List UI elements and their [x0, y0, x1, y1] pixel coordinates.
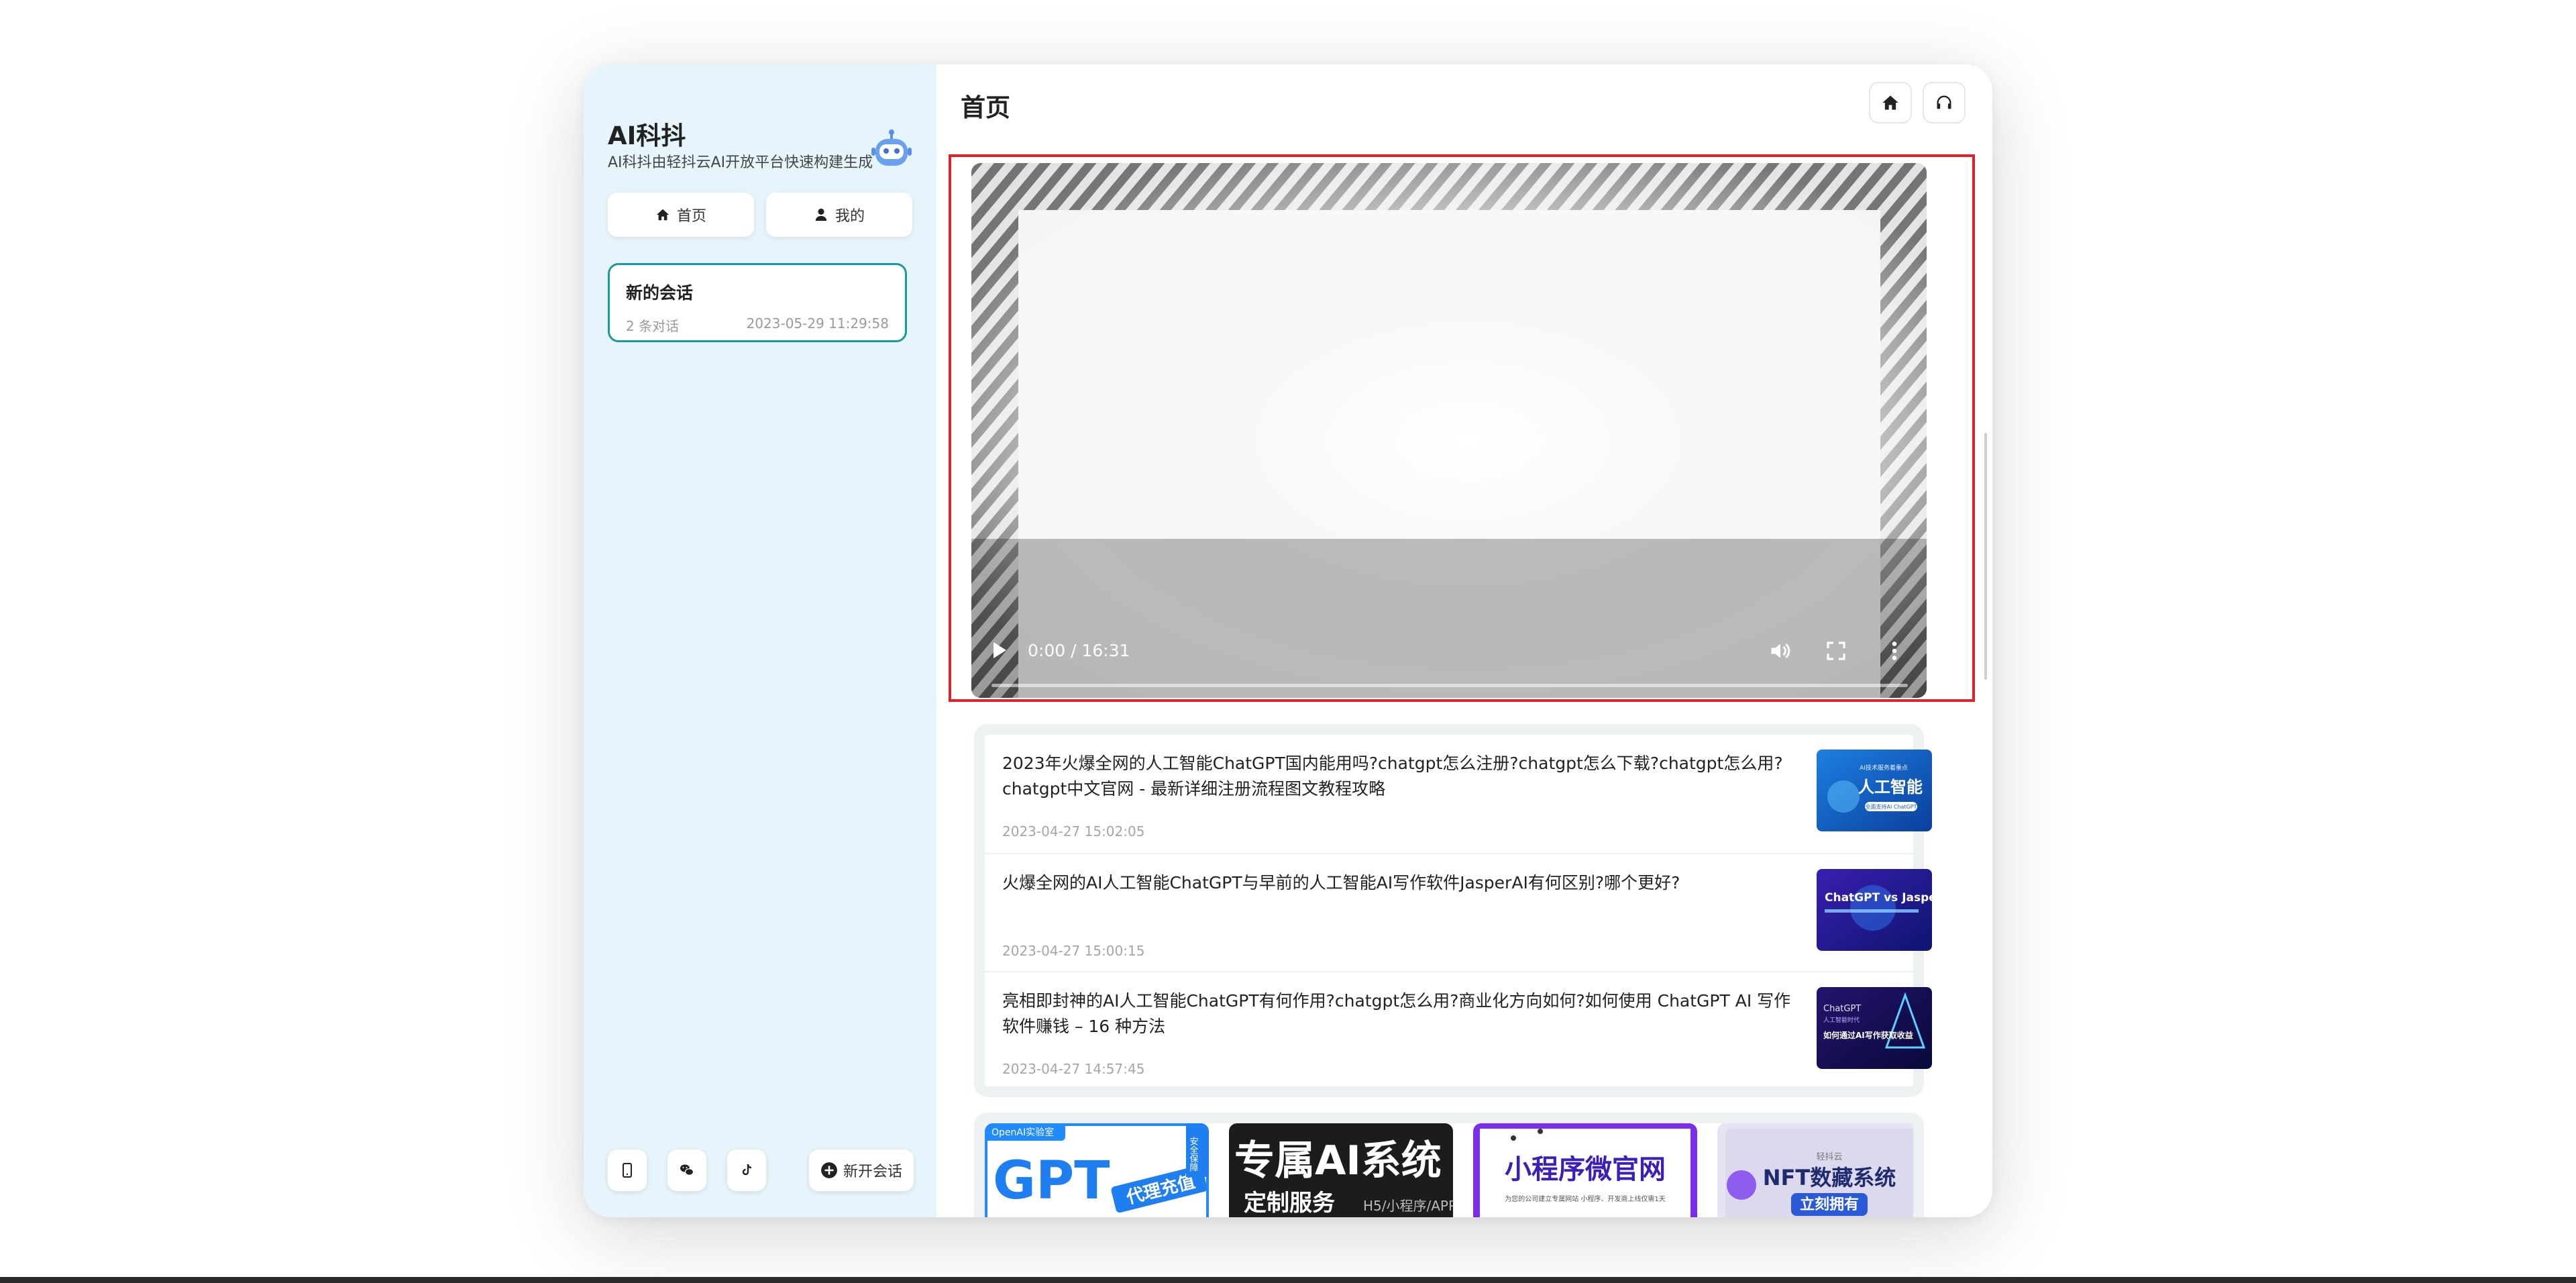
banner-gpt[interactable]: OpenAI实验室 GPT 代理充值 安全保障	[985, 1123, 1209, 1217]
banner-ai-system[interactable]: 专属AI系统 定制服务 H5/小程序/APP	[1229, 1123, 1453, 1217]
thumb-line: ChatGPT	[1823, 1004, 1861, 1014]
thumb-headline: 如何通过AI写作获取收益	[1823, 1030, 1913, 1040]
article-list: 2023年火爆全网的人工智能ChatGPT国内能用吗?chatgpt怎么注册?c…	[974, 724, 1932, 1097]
article-title: 亮相即封神的AI人工智能ChatGPT有何作用?chatgpt怎么用?商业化方向…	[1002, 991, 1791, 1036]
article-item[interactable]: 亮相即封神的AI人工智能ChatGPT有何作用?chatgpt怎么用?商业化方向…	[985, 971, 1932, 1090]
fullscreen-icon[interactable]	[1825, 640, 1847, 662]
banner-note: H5/小程序/APP	[1363, 1198, 1453, 1214]
mobile-button[interactable]	[608, 1149, 647, 1191]
plus-circle-icon	[821, 1162, 837, 1178]
thumb-headline: ChatGPT vs Jasper AI	[1825, 891, 1932, 905]
banner-mini-program[interactable]: 小程序微官网 为您的公司建立专属网站 小程序、开发商上线仅需1天	[1473, 1123, 1697, 1217]
home-icon	[1882, 95, 1898, 110]
banner-sub: 定制服务	[1244, 1190, 1335, 1217]
main-panel: 首页 0:00 / 16:31 2023年火爆全网的人工智能ChatGPT国内能…	[936, 64, 1992, 1217]
tiktok-icon	[742, 1164, 752, 1176]
home-icon	[656, 209, 669, 221]
article-date: 2023-04-27 14:57:45	[1002, 1061, 1145, 1077]
thumb-line: 人工智能时代	[1823, 1016, 1860, 1024]
scrollbar[interactable]	[1984, 433, 1987, 680]
thumb-headline: 人工智能	[1858, 778, 1923, 797]
banner-headline: 小程序微官网	[1505, 1154, 1666, 1185]
new-chat-label: 新开会话	[843, 1164, 902, 1180]
video-frame-artwork	[971, 163, 1927, 698]
nav-me-button[interactable]: 我的	[766, 193, 912, 237]
headset-icon	[1937, 95, 1951, 109]
page-title: 首页	[961, 93, 1010, 122]
more-icon[interactable]	[1882, 639, 1907, 663]
home-button[interactable]	[1869, 82, 1912, 123]
mobile-icon	[623, 1163, 632, 1178]
thumb-badge: 全面支持AI ChatGPT	[1866, 803, 1917, 810]
banner-sub: 为您的公司建立专属网站 小程序、开发商上线仅需1天	[1505, 1194, 1666, 1203]
app-window: AI科抖 AI科抖由轻抖云AI开放平台快速构建生成 首页 我的 新的会话 2 条…	[584, 64, 1992, 1217]
article-thumbnail: ChatGPT 人工智能时代 如何通过AI写作获取收益	[1817, 987, 1932, 1069]
volume-icon[interactable]	[1768, 639, 1792, 663]
conversation-title: 新的会话	[626, 283, 694, 303]
video-time: 0:00 / 16:31	[1028, 641, 1130, 660]
conversation-item[interactable]: 新的会话 2 条对话 2023-05-29 11:29:58	[608, 263, 907, 342]
article-item[interactable]: 2023年火爆全网的人工智能ChatGPT国内能用吗?chatgpt怎么注册?c…	[985, 735, 1932, 853]
wechat-button[interactable]	[667, 1149, 706, 1191]
thumb-line: AI技术服务着重点	[1860, 764, 1908, 772]
video-progress-track[interactable]	[991, 684, 1908, 687]
banner-side: 安全保障	[1188, 1137, 1199, 1172]
brand-subtitle: AI科抖由轻抖云AI开放平台快速构建生成	[608, 154, 873, 171]
article-thumbnail: ChatGPT vs Jasper AI	[1817, 869, 1932, 951]
article-thumbnail: AI技术服务着重点 人工智能 全面支持AI ChatGPT	[1817, 750, 1932, 831]
article-date: 2023-04-27 15:02:05	[1002, 823, 1145, 839]
article-item[interactable]: 火爆全网的AI人工智能ChatGPT与早前的人工智能AI写作软件JasperAI…	[985, 853, 1932, 972]
brand-title: AI科抖	[608, 121, 686, 150]
banner-tag: OpenAI实验室	[991, 1127, 1054, 1138]
new-chat-button[interactable]: 新开会话	[809, 1149, 914, 1191]
tiktok-button[interactable]	[727, 1149, 766, 1191]
video-player[interactable]: 0:00 / 16:31	[971, 163, 1927, 698]
banner-headline: 专属AI系统	[1234, 1137, 1442, 1184]
support-button[interactable]	[1923, 82, 1966, 123]
wechat-icon	[680, 1164, 694, 1176]
article-title: 火爆全网的AI人工智能ChatGPT与早前的人工智能AI写作软件JasperAI…	[1002, 873, 1680, 892]
user-icon	[815, 208, 827, 221]
nav-home-label: 首页	[676, 208, 706, 225]
conversation-count: 2 条对话	[626, 318, 680, 334]
banner-nft[interactable]: 轻抖云 NFT数藏系统 立刻拥有	[1717, 1123, 1924, 1217]
banner-top: 轻抖云	[1816, 1152, 1842, 1162]
banner-strip: OpenAI实验室 GPT 代理充值 安全保障 专属AI系统 定制服务 H5/小…	[974, 1113, 1924, 1217]
taskbar-strip	[0, 1277, 2576, 1283]
conversation-time: 2023-05-29 11:29:58	[746, 315, 889, 331]
banner-sub: 立刻拥有	[1800, 1196, 1859, 1213]
sidebar: AI科抖 AI科抖由轻抖云AI开放平台快速构建生成 首页 我的 新的会话 2 条…	[584, 64, 938, 1217]
nav-me-label: 我的	[835, 208, 865, 225]
article-title: 2023年火爆全网的人工智能ChatGPT国内能用吗?chatgpt怎么注册?c…	[1002, 754, 1783, 799]
banner-headline: NFT数藏系统	[1763, 1165, 1896, 1190]
article-date: 2023-04-27 15:00:15	[1002, 943, 1145, 959]
robot-icon	[871, 130, 912, 166]
play-icon[interactable]	[991, 641, 1008, 660]
nav-home-button[interactable]: 首页	[608, 193, 754, 237]
banner-headline: GPT	[993, 1151, 1110, 1211]
